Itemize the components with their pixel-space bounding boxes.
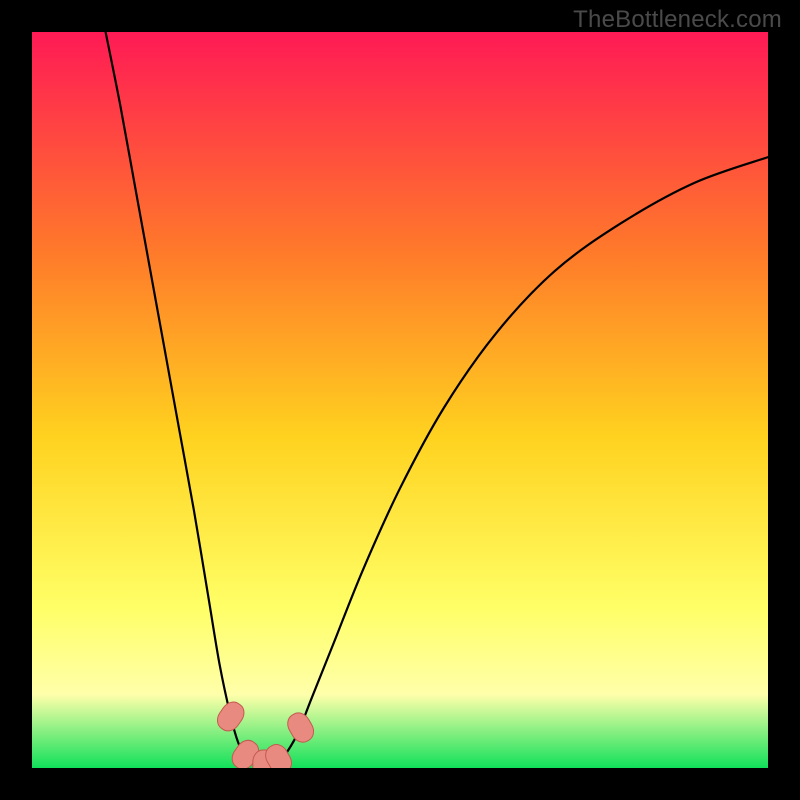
chart-frame: TheBottleneck.com (0, 0, 800, 800)
watermark-text: TheBottleneck.com (573, 6, 782, 34)
plot-area (32, 32, 768, 768)
gradient-background (32, 32, 768, 768)
chart-svg (32, 32, 768, 768)
